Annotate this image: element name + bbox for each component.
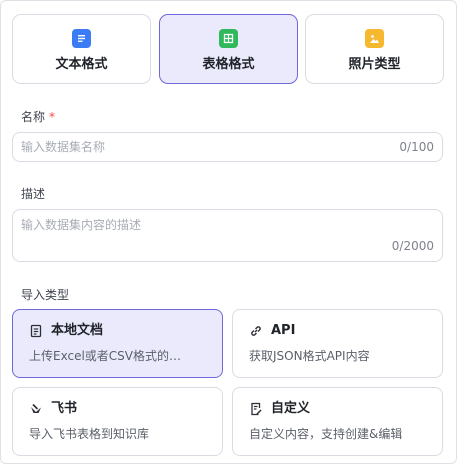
name-input-box: 0/100: [12, 132, 443, 162]
description-input-box: 0/2000: [12, 209, 443, 262]
edit-doc-icon: [249, 402, 263, 416]
link-icon: [249, 324, 263, 338]
import-option-title: 自定义: [271, 401, 311, 416]
format-label: 表格格式: [202, 57, 255, 72]
import-option-desc: 自定义内容，支持创建&编辑: [249, 427, 403, 441]
import-option-desc: 上传Excel或者CSV格式的…: [29, 349, 181, 363]
import-option-desc: 获取JSON格式API内容: [249, 349, 370, 363]
document-icon: [72, 29, 91, 48]
image-icon: [365, 29, 384, 48]
import-type-label: 导入类型: [21, 288, 70, 302]
import-option-local-document[interactable]: 本地文档 上传Excel或者CSV格式的…: [12, 309, 223, 378]
file-icon: [29, 324, 43, 338]
feishu-icon: [29, 402, 43, 416]
dataset-form-panel: 文本格式 表格格式 照片类型 名称* 0/100 描述 0/2000 导入类型 …: [0, 0, 457, 464]
description-counter: 0/2000: [391, 239, 434, 253]
name-counter: 0/100: [399, 140, 434, 154]
description-input[interactable]: [21, 216, 381, 236]
format-card-table[interactable]: 表格格式: [159, 14, 298, 84]
required-mark: *: [49, 110, 56, 124]
name-label: 名称 *: [21, 110, 56, 124]
description-label: 描述: [21, 187, 46, 201]
import-option-title: 本地文档: [51, 323, 104, 338]
import-option-custom[interactable]: 自定义 自定义内容，支持创建&编辑: [232, 387, 443, 456]
format-card-image[interactable]: 照片类型: [305, 14, 444, 84]
import-option-desc: 导入飞书表格到知识库: [29, 427, 150, 441]
import-option-title: API: [271, 323, 296, 338]
import-option-title: 飞书: [51, 401, 78, 416]
format-card-text[interactable]: 文本格式: [12, 14, 151, 84]
import-option-feishu[interactable]: 飞书 导入飞书表格到知识库: [12, 387, 223, 456]
import-option-api[interactable]: API 获取JSON格式API内容: [232, 309, 443, 378]
table-icon: [219, 29, 238, 48]
format-label: 照片类型: [348, 57, 401, 72]
format-label: 文本格式: [55, 57, 108, 72]
name-input[interactable]: [21, 140, 381, 154]
